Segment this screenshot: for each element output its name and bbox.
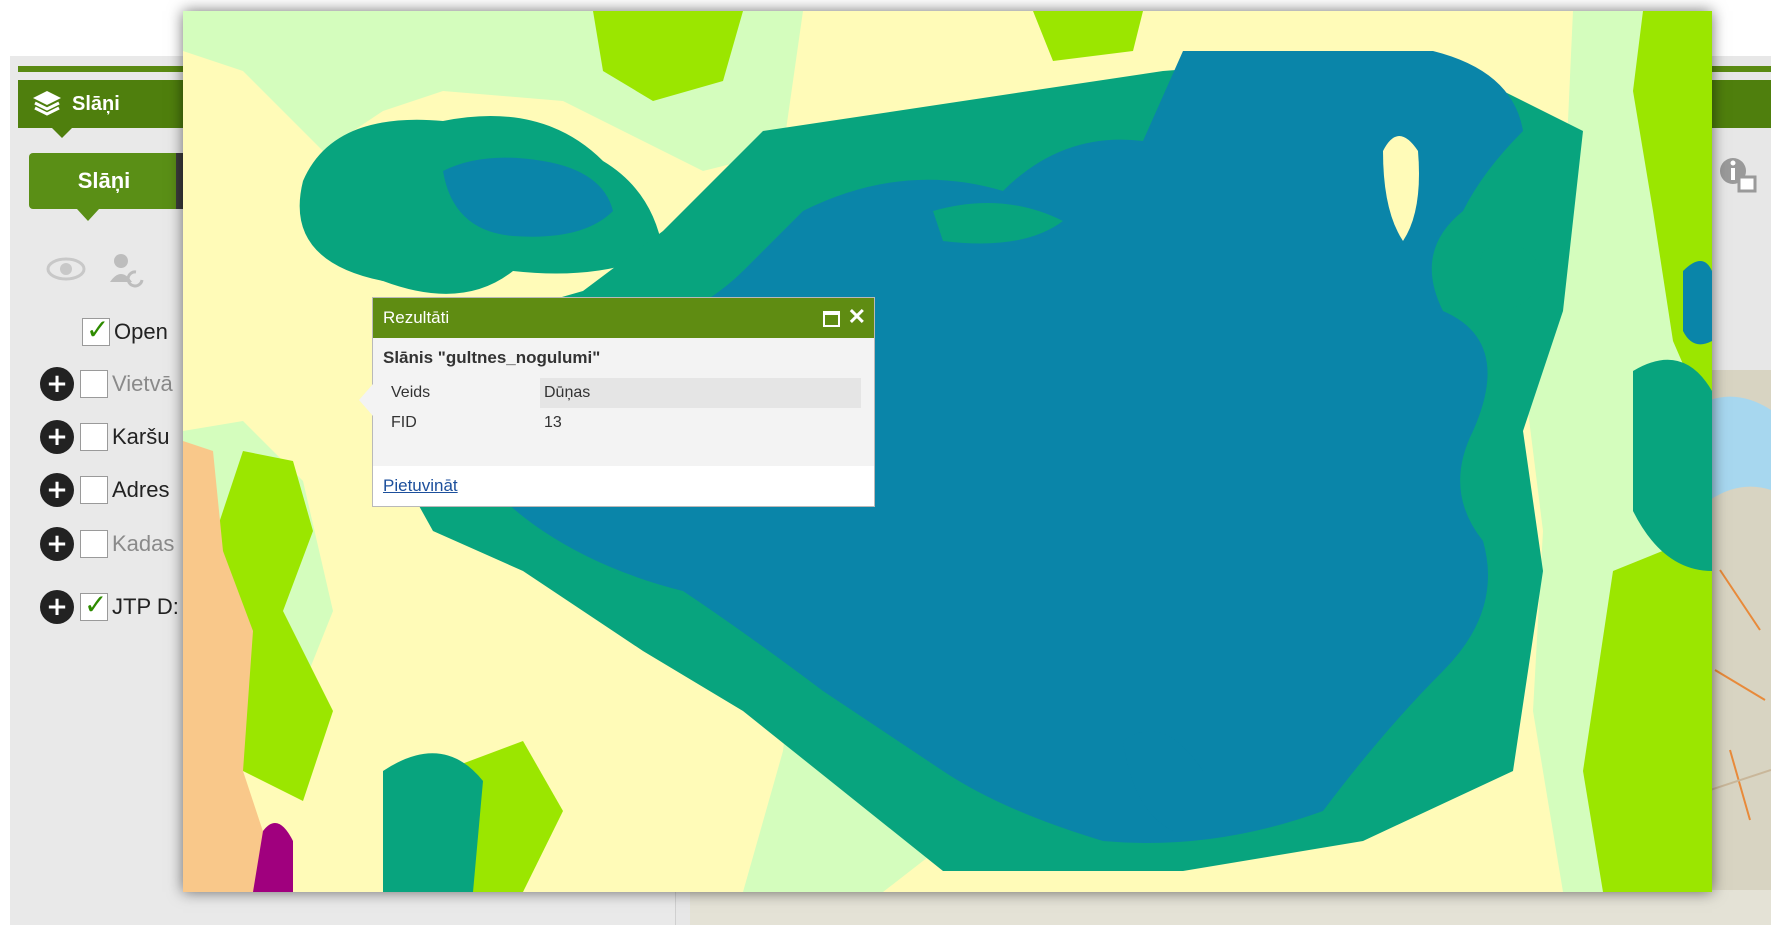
layer-label: Open (114, 319, 168, 344)
tab-notch (77, 209, 99, 221)
table-row: Veids Dūņas (387, 378, 861, 408)
expand-plus-icon[interactable]: + (40, 590, 74, 624)
basemap-strip (1710, 370, 1771, 925)
identify-info-icon[interactable] (1717, 155, 1757, 195)
attribute-value: 13 (544, 414, 562, 431)
layer-label: Adres (112, 477, 170, 502)
popup-title: Rezultāti (383, 308, 450, 327)
popup-layer-title: Slānis "gultnes_nogulumi" (383, 348, 601, 367)
layer-item-adres[interactable]: + Adres (40, 472, 169, 508)
tab-layers-label: Slāņi (77, 168, 131, 193)
attribute-table: Veids Dūņas FID 13 (387, 378, 861, 438)
layer-checkbox[interactable] (80, 423, 108, 451)
expand-plus-icon[interactable]: + (40, 420, 74, 454)
attribute-key: Veids (391, 384, 431, 401)
popup-pointer (359, 384, 373, 416)
layers-icon (33, 91, 61, 116)
layer-checkbox[interactable] (80, 530, 108, 558)
layer-checkbox[interactable]: ✓ (82, 313, 110, 346)
eye-icon[interactable] (46, 256, 86, 282)
layer-label: Vietvā (112, 371, 173, 396)
attribute-key: FID (391, 414, 417, 431)
layer-item-karsu[interactable]: + Karšu (40, 419, 169, 455)
zoom-to-link[interactable]: Pietuvināt (383, 476, 458, 496)
layer-label: Karšu (112, 424, 170, 449)
expand-plus-icon[interactable]: + (40, 527, 74, 561)
layer-label: JTP D: (112, 594, 179, 619)
layer-label: Kadas (112, 531, 175, 556)
layer-checkbox[interactable]: ✓ (80, 588, 108, 621)
tab-layers[interactable]: Slāņi (29, 153, 179, 221)
basemap-bottom (690, 890, 1771, 925)
header-notch (50, 126, 74, 138)
layer-checkbox[interactable] (80, 370, 108, 398)
popup-footer: Pietuvināt (373, 466, 874, 506)
maximize-icon[interactable] (823, 311, 840, 327)
table-row: FID 13 (387, 408, 861, 438)
attribute-value: Dūņas (540, 378, 861, 408)
expand-plus-icon[interactable]: + (40, 473, 74, 507)
layer-item-vietva[interactable]: + Vietvā (40, 366, 173, 402)
close-icon[interactable]: ✕ (848, 304, 866, 330)
panel-header-title[interactable]: Slāņi (20, 82, 190, 138)
layer-checkbox[interactable] (80, 476, 108, 504)
layer-item-jtp[interactable]: + ✓ JTP D: (40, 588, 179, 625)
user-refresh-icon[interactable] (108, 252, 146, 288)
panel-header-label: Slāņi (72, 92, 120, 115)
layer-item-kadas[interactable]: + Kadas (40, 526, 174, 562)
layer-item-open[interactable]: ✓ Open (82, 313, 168, 350)
popup-title-bar: Rezultāti ✕ (373, 298, 874, 338)
expand-plus-icon[interactable]: + (40, 367, 74, 401)
results-popup: Rezultāti ✕ Slānis "gultnes_nogulumi" Ve… (359, 297, 875, 507)
